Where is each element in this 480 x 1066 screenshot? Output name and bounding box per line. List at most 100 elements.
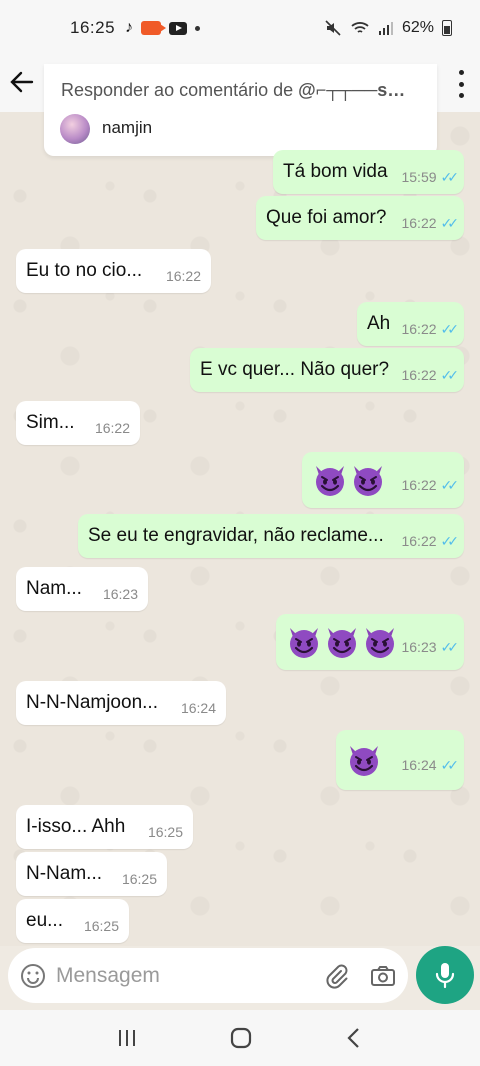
message-time: 16:23 xyxy=(102,586,138,602)
youtube-notification-icon xyxy=(169,21,188,35)
reply-prefix: Responder ao comentário de xyxy=(61,80,299,100)
outgoing-message[interactable]: 16:23 ✓✓ xyxy=(276,614,464,670)
outgoing-message[interactable]: Ah 16:22 ✓✓ xyxy=(357,302,464,346)
incoming-message[interactable]: I-isso... Ahh 16:25 xyxy=(16,805,193,849)
more-vert-icon[interactable] xyxy=(456,70,466,98)
outgoing-message[interactable]: 16:22 ✓✓ xyxy=(302,452,464,508)
smiling-devil-emoji xyxy=(328,628,356,658)
recent-apps-icon[interactable] xyxy=(116,1028,138,1048)
reply-handle: @⌐┬┬──s… xyxy=(298,80,406,100)
read-receipt-icon: ✓✓ xyxy=(440,638,460,655)
outgoing-message[interactable]: 16:24 ✓✓ xyxy=(336,730,464,790)
message-meta: 16:24 ✓✓ xyxy=(401,756,460,774)
message-time: 16:24 xyxy=(180,700,216,716)
status-bar: 16:25 ♪ 62% xyxy=(0,0,480,56)
more-notifications-icon xyxy=(195,25,201,31)
reply-username: namjin xyxy=(102,118,153,137)
message-text: Nam... xyxy=(26,578,82,599)
smiling-devil-emoji xyxy=(290,628,318,658)
message-meta: 16:25 xyxy=(84,918,119,934)
message-meta: 16:22 ✓✓ xyxy=(401,320,460,338)
message-time: 16:23 xyxy=(401,639,437,655)
message-text: Que foi amor? xyxy=(266,207,387,228)
emoji-group xyxy=(286,624,398,660)
message-time: 16:22 xyxy=(165,268,201,284)
incoming-message[interactable]: eu... 16:25 xyxy=(16,899,129,943)
message-composer[interactable]: Mensagem xyxy=(8,948,408,1003)
message-text: Eu to no cio... xyxy=(26,260,143,281)
incoming-message[interactable]: N-N-Namjoon... 16:24 xyxy=(16,681,226,725)
outgoing-message[interactable]: E vc quer... Não quer? 16:22 ✓✓ xyxy=(190,348,464,392)
smiling-devil-emoji xyxy=(354,466,382,496)
message-time: 16:25 xyxy=(121,871,157,887)
message-meta: 16:22 ✓✓ xyxy=(401,532,460,550)
message-time: 15:59 xyxy=(401,169,437,185)
message-text: Se eu te engravidar, não reclame... xyxy=(88,525,384,546)
read-receipt-icon: ✓✓ xyxy=(440,320,460,337)
message-text: Sim... xyxy=(26,412,75,433)
signal-icon xyxy=(378,22,393,35)
message-time: 16:25 xyxy=(147,824,183,840)
system-nav-bar xyxy=(0,1010,480,1066)
arrow-left-icon[interactable] xyxy=(8,68,36,96)
message-time: 16:22 xyxy=(401,533,437,549)
incoming-message[interactable]: Eu to no cio... 16:22 xyxy=(16,249,211,293)
smiling-devil-emoji xyxy=(350,746,378,776)
message-meta: 16:24 xyxy=(181,700,216,716)
message-text: I-isso... Ahh xyxy=(26,816,126,837)
emoji-group xyxy=(312,462,386,498)
back-nav-icon[interactable] xyxy=(344,1027,364,1049)
reply-comment-card[interactable]: Responder ao comentário de @⌐┬┬──s… namj… xyxy=(44,64,437,156)
microphone-button[interactable] xyxy=(416,946,474,1004)
camera-icon[interactable] xyxy=(370,964,396,988)
message-text: Tá bom vida xyxy=(283,161,388,182)
message-text: Ah xyxy=(367,313,391,334)
message-text: N-N-Namjoon... xyxy=(26,692,158,713)
read-receipt-icon: ✓✓ xyxy=(440,168,460,185)
message-meta: 16:23 ✓✓ xyxy=(401,638,460,656)
emoji-group xyxy=(346,742,382,778)
read-receipt-icon: ✓✓ xyxy=(440,214,460,231)
message-meta: 16:25 xyxy=(148,824,183,840)
smiling-devil-emoji xyxy=(366,628,394,658)
home-icon[interactable] xyxy=(230,1027,252,1049)
message-meta: 16:22 ✓✓ xyxy=(401,214,460,232)
message-meta: 16:22 ✓✓ xyxy=(401,367,459,384)
emoji-icon[interactable] xyxy=(20,963,46,989)
message-meta: 16:22 xyxy=(166,268,201,284)
paperclip-icon[interactable] xyxy=(324,963,350,989)
battery-icon xyxy=(442,20,452,36)
message-time: 16:22 xyxy=(401,367,437,383)
avatar xyxy=(60,114,90,144)
message-text: N-Nam... xyxy=(26,863,102,884)
message-time: 16:24 xyxy=(401,757,437,773)
tiktok-notification-icon: ♪ xyxy=(125,19,134,36)
message-time: 16:22 xyxy=(401,215,437,231)
incoming-message[interactable]: Nam... 16:23 xyxy=(16,567,148,611)
status-time: 16:25 xyxy=(70,18,116,37)
mute-icon xyxy=(325,20,341,36)
message-time: 16:25 xyxy=(83,918,119,934)
battery-percentage: 62% xyxy=(401,19,434,36)
message-text: eu... xyxy=(26,910,63,931)
reply-title: Responder ao comentário de @⌐┬┬──s… xyxy=(61,80,421,101)
read-receipt-icon: ✓✓ xyxy=(440,756,460,773)
read-receipt-icon: ✓✓ xyxy=(440,532,460,549)
incoming-message[interactable]: N-Nam... 16:25 xyxy=(16,852,167,896)
outgoing-message[interactable]: Tá bom vida 15:59 ✓✓ xyxy=(273,150,464,194)
microphone-icon xyxy=(435,963,455,989)
message-meta: 16:22 ✓✓ xyxy=(401,476,460,494)
message-input[interactable]: Mensagem xyxy=(56,964,160,988)
screen-record-icon xyxy=(141,21,167,35)
message-meta: 16:23 xyxy=(103,586,138,602)
smiling-devil-emoji xyxy=(316,466,344,496)
message-meta: 16:22 xyxy=(95,420,130,436)
read-receipt-icon: ✓✓ xyxy=(440,476,460,493)
message-meta: 16:25 xyxy=(122,871,157,887)
message-text: E vc quer... Não quer? xyxy=(200,359,390,380)
outgoing-message[interactable]: Se eu te engravidar, não reclame... 16:22… xyxy=(78,514,464,558)
message-time: 16:22 xyxy=(401,321,437,337)
outgoing-message[interactable]: Que foi amor? 16:22 ✓✓ xyxy=(256,196,464,240)
message-time: 16:22 xyxy=(94,420,130,436)
incoming-message[interactable]: Sim... 16:22 xyxy=(16,401,140,445)
